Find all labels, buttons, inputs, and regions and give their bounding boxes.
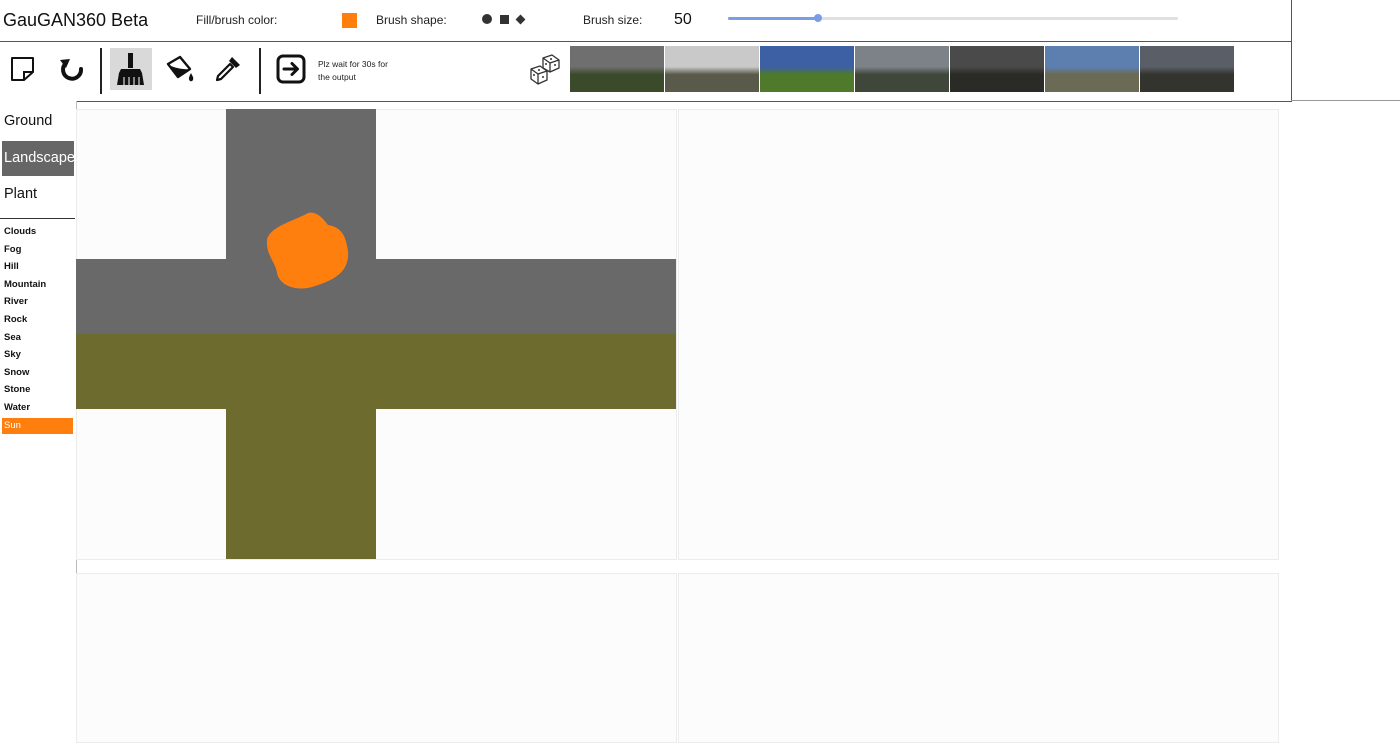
brush-size-label: Brush size: xyxy=(583,13,643,27)
label-item[interactable]: Mountain xyxy=(2,277,73,293)
toolbar-separator xyxy=(100,48,102,94)
wait-note-line: the output xyxy=(318,72,356,82)
brush-size-slider[interactable] xyxy=(728,13,1178,25)
example-thumbnail[interactable] xyxy=(760,46,854,92)
brush-icon xyxy=(117,53,144,85)
submit-arrow-icon xyxy=(276,54,306,84)
fill-bucket-tool-button[interactable] xyxy=(159,48,201,90)
label-item[interactable]: River xyxy=(2,294,73,310)
brush-shape-circle-button[interactable] xyxy=(482,14,492,24)
random-example-button[interactable] xyxy=(528,54,562,88)
label-item[interactable]: Clouds xyxy=(2,224,73,240)
wait-note-line: Plz wait for 30s for xyxy=(318,59,388,69)
category-item[interactable]: Landscape xyxy=(2,140,75,176)
brush-size-value: 50 xyxy=(674,11,692,28)
slider-fill xyxy=(728,17,818,20)
label-item[interactable]: Fog xyxy=(2,242,73,258)
example-thumbnail[interactable] xyxy=(1045,46,1139,92)
example-thumbnail[interactable] xyxy=(1140,46,1234,92)
label-item[interactable]: Rock xyxy=(2,312,73,328)
eyedropper-icon xyxy=(215,57,240,82)
slider-thumb[interactable] xyxy=(814,14,822,22)
category-item[interactable]: Plant xyxy=(2,177,74,212)
label-item[interactable]: Snow xyxy=(2,365,73,381)
ground-region xyxy=(226,409,376,559)
fill-color-swatch[interactable] xyxy=(342,13,357,28)
label-palette: Ground Landscape Plant Clouds Fog Hill Mounta… xyxy=(0,101,77,734)
preview-panel xyxy=(76,573,677,743)
label-item[interactable]: Sun xyxy=(2,417,73,434)
example-thumbnail[interactable] xyxy=(570,46,664,92)
brush-shape-diamond-button[interactable] xyxy=(515,14,526,25)
ground-region xyxy=(76,334,676,409)
paint-bucket-icon xyxy=(166,55,194,82)
sky-region xyxy=(76,259,676,334)
wait-note: Plz wait for 30s for the output xyxy=(318,58,388,84)
toolbar-separator xyxy=(259,48,261,94)
example-thumbnail[interactable] xyxy=(855,46,949,92)
example-thumbnail[interactable] xyxy=(950,46,1044,92)
submit-button[interactable] xyxy=(270,48,312,90)
label-item[interactable]: Stone xyxy=(2,382,73,398)
app-title: GauGAN360 Beta xyxy=(3,10,149,30)
palette-divider xyxy=(0,218,75,219)
example-thumbnail[interactable] xyxy=(665,46,759,92)
header-rule xyxy=(1291,100,1400,101)
header-bar: GauGAN360 Beta Fill/brush color: Brush s… xyxy=(0,0,1292,42)
output-panel xyxy=(678,109,1279,560)
toolbar: Plz wait for 30s for the output xyxy=(0,42,1292,102)
label-item[interactable]: Water xyxy=(2,400,73,416)
category-item[interactable]: Ground xyxy=(2,104,74,139)
undo-button[interactable] xyxy=(51,48,93,90)
preview-panel xyxy=(678,573,1279,743)
brush-shape-label: Brush shape: xyxy=(376,13,447,27)
label-item[interactable]: Hill xyxy=(2,259,73,275)
undo-icon xyxy=(60,59,83,81)
label-item[interactable]: Sky xyxy=(2,347,73,363)
brush-shape-square-button[interactable] xyxy=(500,15,509,24)
eyedropper-tool-button[interactable] xyxy=(207,48,249,90)
cube-dice-icon xyxy=(530,54,560,85)
brush-tool-button[interactable] xyxy=(110,48,152,90)
segmentation-canvas[interactable] xyxy=(76,109,676,559)
fill-color-label: Fill/brush color: xyxy=(196,13,278,27)
new-canvas-icon xyxy=(11,57,34,81)
new-canvas-button[interactable] xyxy=(2,48,44,90)
label-item[interactable]: Sea xyxy=(2,330,73,346)
